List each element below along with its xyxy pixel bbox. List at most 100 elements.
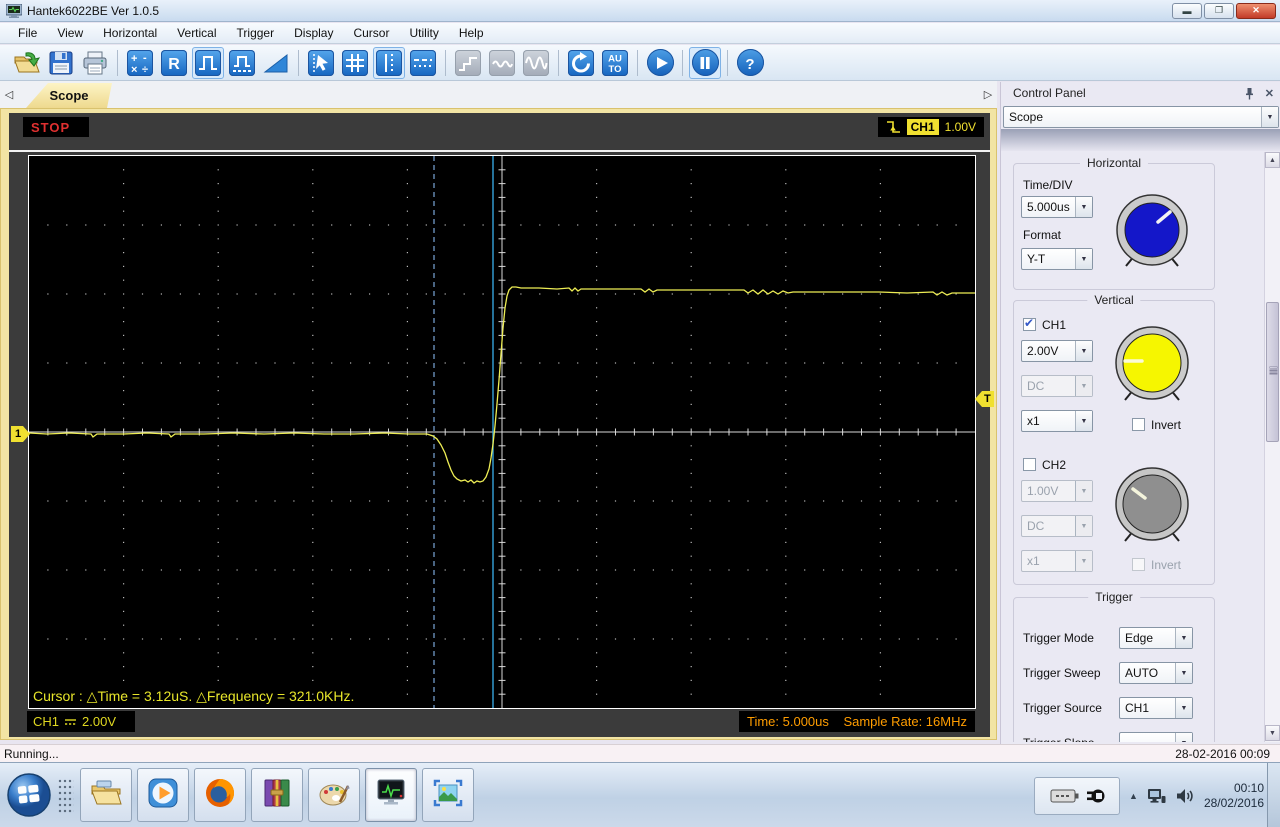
graticule[interactable]: Cursor : △Time = 3.12uS. △Frequency = 32…	[28, 155, 976, 709]
ch1-probe-select[interactable]: x1 ▼	[1021, 410, 1093, 432]
pause-icon[interactable]	[689, 46, 721, 79]
battery-icon	[1050, 789, 1079, 802]
readout-time: Time: 5.000us	[747, 714, 829, 729]
menu-horizontal[interactable]: Horizontal	[93, 24, 167, 42]
tab-scope[interactable]: Scope	[26, 83, 112, 108]
start-icon[interactable]	[644, 47, 676, 79]
desktop: Hantek6022BE Ver 1.0.5 ▬ ❐ ✕ File View Hor…	[0, 0, 1280, 827]
toolbar-separator	[298, 49, 299, 76]
trigger-sweep-select[interactable]: AUTO ▼	[1119, 662, 1193, 684]
dc-coupling-icon	[65, 719, 77, 725]
ramp-icon[interactable]	[260, 47, 292, 79]
show-desktop-button[interactable]	[1267, 763, 1280, 827]
panel-mode-select[interactable]: Scope ▼	[1003, 106, 1279, 128]
battery-indicator[interactable]	[1034, 776, 1121, 815]
ch1-checkbox[interactable]	[1023, 316, 1036, 331]
control-panel-title: Control Panel	[1013, 86, 1086, 100]
wmp-icon	[147, 777, 179, 814]
trigger-sweep-label: Trigger Sweep	[1023, 666, 1101, 680]
taskbar-oscilloscope[interactable]	[365, 768, 417, 822]
horizontal-knob[interactable]	[1113, 190, 1191, 274]
menu-trigger[interactable]: Trigger	[227, 24, 285, 42]
scope-separator	[9, 150, 990, 152]
chevron-down-icon: ▼	[1075, 481, 1092, 501]
window-title: Hantek6022BE Ver 1.0.5	[27, 3, 160, 18]
horizontal-cursor-icon[interactable]	[407, 47, 439, 79]
trigger-mode-label: Trigger Mode	[1023, 631, 1094, 645]
paint-icon	[318, 778, 350, 813]
pulse-wave-icon[interactable]	[192, 46, 224, 79]
math-icon[interactable]: + - × ÷	[124, 47, 156, 79]
status-datetime: 28-02-2016 00:09	[1175, 746, 1270, 761]
restore-button[interactable]: ❐	[1204, 2, 1234, 19]
minimize-button[interactable]: ▬	[1172, 2, 1202, 19]
open-icon[interactable]	[11, 47, 43, 79]
menu-cursor[interactable]: Cursor	[343, 24, 399, 42]
auto-range-icon[interactable]: AU TO	[599, 47, 631, 79]
chevron-down-icon: ▼	[1075, 376, 1092, 396]
hidden-icons-icon[interactable]: ▲	[1129, 791, 1138, 801]
ch1-invert-checkbox[interactable]	[1132, 418, 1145, 431]
trigger-source-label: Trigger Source	[1023, 701, 1102, 715]
network-icon[interactable]	[1147, 787, 1166, 805]
vertical-cursor-icon[interactable]	[373, 46, 405, 79]
scroll-down-icon[interactable]: ▼	[1265, 725, 1280, 741]
ch1-coupling-value: DC	[1027, 379, 1045, 393]
panel-scrollbar[interactable]: ▲ ▼	[1264, 152, 1280, 742]
ch1-coupling-select: DC ▼	[1021, 375, 1093, 397]
svg-text:÷: ÷	[142, 64, 148, 75]
taskbar-clock[interactable]: 00:10 28/02/2016	[1204, 781, 1264, 811]
ch1-volts-select[interactable]: 2.00V ▼	[1021, 340, 1093, 362]
start-button[interactable]	[6, 772, 52, 818]
menu-view[interactable]: View	[47, 24, 93, 42]
ch2-probe-select: x1 ▼	[1021, 550, 1093, 572]
scrollbar-thumb[interactable]	[1266, 302, 1279, 442]
menu-help[interactable]: Help	[449, 24, 494, 42]
ch2-knob[interactable]	[1111, 463, 1193, 549]
help-icon[interactable]: ?	[734, 47, 766, 79]
pin-icon[interactable]	[1244, 87, 1255, 100]
ch2-checkbox[interactable]	[1023, 458, 1036, 471]
taskbar-firefox[interactable]	[194, 768, 246, 822]
trigger-slope-select[interactable]: ▼	[1119, 732, 1193, 742]
run-state-text: STOP	[31, 119, 71, 135]
track-cursor-icon[interactable]	[305, 47, 337, 79]
tab-scroll-right-icon[interactable]: ▷	[981, 86, 995, 102]
grid-cursor-icon[interactable]	[339, 47, 371, 79]
taskbar-winrar[interactable]	[251, 768, 303, 822]
toolbar-separator	[637, 49, 638, 76]
trigger-source-select[interactable]: CH1 ▼	[1119, 697, 1193, 719]
status-bar: Running... 28-02-2016 00:09	[0, 744, 1280, 762]
toolbar-separator	[727, 49, 728, 76]
pulse-baseline-icon[interactable]	[226, 47, 258, 79]
autoset-icon[interactable]	[565, 47, 597, 79]
close-button[interactable]: ✕	[1236, 2, 1276, 19]
run-state-indicator: STOP	[23, 117, 89, 137]
menu-display[interactable]: Display	[284, 24, 343, 42]
format-select[interactable]: Y-T ▼	[1021, 248, 1093, 270]
time-div-select[interactable]: 5.000us ▼	[1021, 196, 1093, 218]
ch1-knob[interactable]	[1111, 322, 1193, 408]
print-icon[interactable]	[79, 47, 111, 79]
tab-scroll-left-icon[interactable]: ◁	[2, 86, 16, 102]
menu-file[interactable]: File	[8, 24, 47, 42]
trigger-slope-value	[1120, 733, 1175, 742]
reference-wave-icon[interactable]: R	[158, 47, 190, 79]
winrar-icon	[261, 778, 293, 813]
taskbar-explorer[interactable]	[80, 768, 132, 822]
panel-close-icon[interactable]: ✕	[1265, 87, 1274, 100]
taskbar-media-player[interactable]	[137, 768, 189, 822]
speaker-icon[interactable]	[1175, 787, 1195, 805]
trigger-mode-select[interactable]: Edge ▼	[1119, 627, 1193, 649]
time-div-label: Time/DIV	[1023, 178, 1073, 192]
ch2-coupling-value: DC	[1027, 519, 1045, 533]
trigger-level-marker[interactable]: T	[975, 391, 994, 407]
menu-vertical[interactable]: Vertical	[167, 24, 226, 42]
scope-client-area: STOP CH1 1.00V Cursor : △Time = 3.12uS. …	[9, 113, 994, 737]
scroll-up-icon[interactable]: ▲	[1265, 152, 1280, 168]
taskbar-image-viewer[interactable]	[422, 768, 474, 822]
taskbar-paint[interactable]	[308, 768, 360, 822]
save-icon[interactable]	[45, 47, 77, 79]
menu-utility[interactable]: Utility	[399, 24, 448, 42]
toolbar: + - × ÷ R AU TO?	[0, 45, 1280, 81]
